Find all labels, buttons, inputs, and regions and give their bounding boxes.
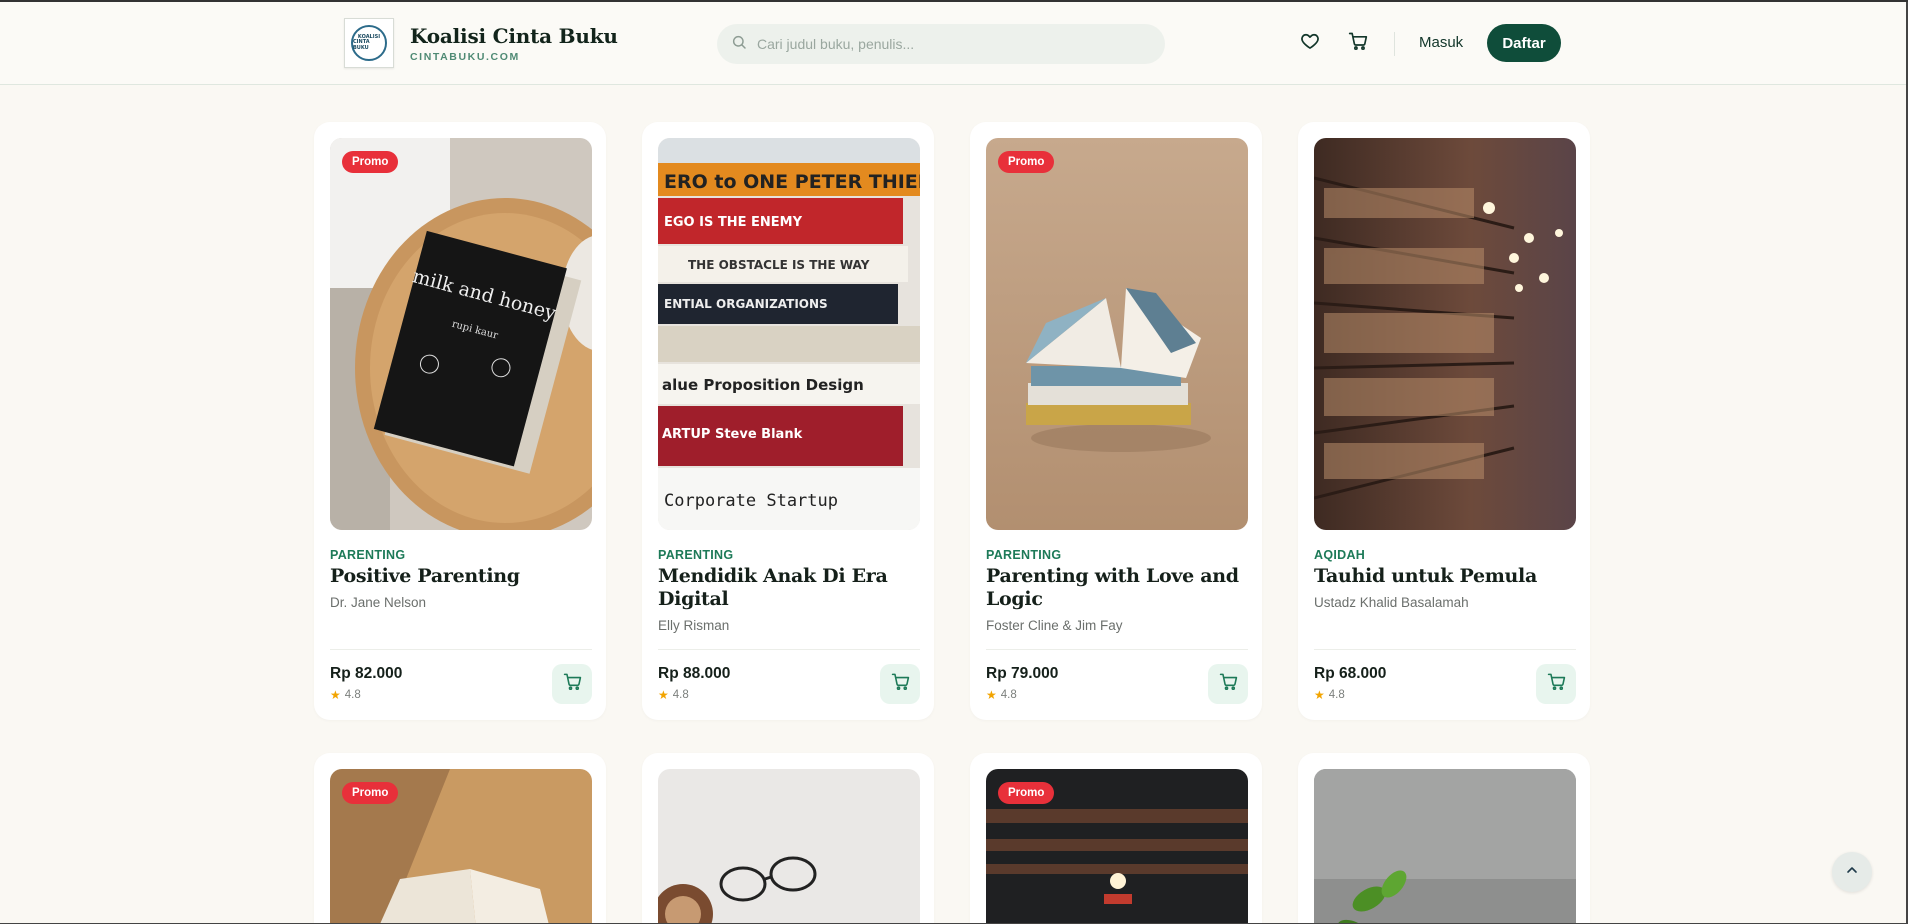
promo-badge: Promo bbox=[342, 151, 399, 173]
book-cover-image[interactable]: Promo bbox=[986, 138, 1248, 530]
logo-badge: KOALISI CINTA BUKU bbox=[344, 18, 394, 68]
rating-value: 4.8 bbox=[1000, 689, 1017, 701]
book-author: Dr. Jane Nelson bbox=[330, 595, 427, 610]
search-input[interactable] bbox=[757, 36, 1137, 52]
book-cover-image[interactable] bbox=[1314, 138, 1576, 530]
add-to-cart-button[interactable] bbox=[1536, 664, 1576, 704]
promo-badge: Promo bbox=[998, 782, 1055, 804]
book-author: Elly Risman bbox=[658, 618, 730, 633]
login-link[interactable]: Masuk bbox=[1419, 34, 1463, 51]
brand-domain: CINTABUKU.COM bbox=[410, 50, 520, 63]
add-to-cart-button[interactable] bbox=[880, 664, 920, 704]
add-to-cart-button[interactable] bbox=[552, 664, 592, 704]
spine-text: Corporate Startup bbox=[664, 491, 838, 511]
book-cover-image[interactable]: Promo bbox=[986, 769, 1248, 924]
card-divider bbox=[986, 649, 1248, 650]
register-button[interactable]: Daftar bbox=[1487, 24, 1561, 62]
book-rating: ★ 4.8 bbox=[1314, 688, 1345, 702]
star-icon: ★ bbox=[658, 688, 669, 702]
header-divider bbox=[1394, 32, 1395, 56]
star-icon: ★ bbox=[986, 688, 997, 702]
cart-icon bbox=[1219, 672, 1238, 696]
book-author: Foster Cline & Jim Fay bbox=[986, 618, 1123, 633]
book-card[interactable]: Promo bbox=[314, 753, 606, 924]
scroll-to-top-button[interactable] bbox=[1832, 852, 1872, 892]
star-icon: ★ bbox=[330, 688, 341, 702]
book-title[interactable]: Positive Parenting bbox=[330, 565, 592, 588]
book-cover-image[interactable] bbox=[658, 769, 920, 924]
rating-value: 4.8 bbox=[1328, 689, 1345, 701]
rating-value: 4.8 bbox=[344, 689, 361, 701]
book-rating: ★ 4.8 bbox=[330, 688, 361, 702]
book-category: PARENTING bbox=[658, 548, 734, 562]
book-category: PARENTING bbox=[986, 548, 1062, 562]
brand-text: Koalisi Cinta Buku CINTABUKU.COM bbox=[410, 24, 618, 63]
book-card[interactable] bbox=[642, 753, 934, 924]
card-divider bbox=[1314, 649, 1576, 650]
cart-button[interactable] bbox=[1345, 30, 1371, 56]
book-cover-image[interactable]: Promo bbox=[330, 769, 592, 924]
spine-text: THE OBSTACLE IS THE WAY bbox=[688, 258, 870, 272]
rating-value: 4.8 bbox=[672, 689, 689, 701]
promo-badge: Promo bbox=[998, 151, 1055, 173]
logo-text-line2: CINTA BUKU bbox=[353, 39, 370, 51]
search-bar bbox=[717, 24, 1165, 64]
book-cover-image[interactable]: milk and honey rupi kaur Promo bbox=[330, 138, 592, 530]
spine-text: alue Proposition Design bbox=[662, 376, 864, 394]
logo-emblem: KOALISI CINTA BUKU bbox=[351, 25, 387, 61]
spine-text: ENTIAL ORGANIZATIONS bbox=[664, 297, 828, 311]
book-category: AQIDAH bbox=[1314, 548, 1366, 562]
promo-badge: Promo bbox=[342, 782, 399, 804]
book-author: Ustadz Khalid Basalamah bbox=[1314, 595, 1469, 610]
wishlist-button[interactable] bbox=[1297, 30, 1323, 56]
book-price: Rp 88.000 bbox=[658, 665, 731, 682]
book-title[interactable]: Parenting with Love and Logic bbox=[986, 565, 1248, 611]
cart-icon bbox=[891, 672, 910, 696]
card-divider bbox=[330, 649, 592, 650]
book-card[interactable]: Promo PARENTING Parenting with Love and … bbox=[970, 122, 1262, 720]
brand-logo-link[interactable]: KOALISI CINTA BUKU Koalisi Cinta Buku CI… bbox=[344, 18, 618, 68]
book-card[interactable]: Promo bbox=[970, 753, 1262, 924]
brand-name: Koalisi Cinta Buku bbox=[410, 23, 618, 48]
cart-icon bbox=[1348, 31, 1368, 56]
book-price: Rp 68.000 bbox=[1314, 665, 1387, 682]
card-divider bbox=[658, 649, 920, 650]
star-icon: ★ bbox=[1314, 688, 1325, 702]
book-rating: ★ 4.8 bbox=[986, 688, 1017, 702]
book-card[interactable]: AQIDAH Tauhid untuk Pemula Ustadz Khalid… bbox=[1298, 122, 1590, 720]
book-title[interactable]: Mendidik Anak Di Era Digital bbox=[658, 565, 920, 611]
book-cover-image[interactable] bbox=[1314, 769, 1576, 924]
book-title[interactable]: Tauhid untuk Pemula bbox=[1314, 565, 1576, 588]
book-price: Rp 82.000 bbox=[330, 665, 403, 682]
top-navbar: KOALISI CINTA BUKU Koalisi Cinta Buku CI… bbox=[0, 2, 1908, 85]
spine-text: ARTUP Steve Blank bbox=[662, 427, 803, 442]
cart-icon bbox=[1547, 672, 1566, 696]
book-card[interactable]: ERO to ONE PETER THIEL EGO IS THE ENEMY … bbox=[642, 122, 934, 720]
book-category: PARENTING bbox=[330, 548, 406, 562]
heart-icon bbox=[1300, 31, 1320, 56]
add-to-cart-button[interactable] bbox=[1208, 664, 1248, 704]
book-price: Rp 79.000 bbox=[986, 665, 1059, 682]
cart-icon bbox=[563, 672, 582, 696]
chevron-up-icon bbox=[1844, 862, 1860, 883]
book-cover-image[interactable]: ERO to ONE PETER THIEL EGO IS THE ENEMY … bbox=[658, 138, 920, 530]
book-card[interactable]: milk and honey rupi kaur Promo PARENTING… bbox=[314, 122, 606, 720]
spine-text: ERO to ONE PETER THIEL bbox=[664, 171, 920, 193]
spine-text: EGO IS THE ENEMY bbox=[664, 215, 803, 230]
book-rating: ★ 4.8 bbox=[658, 688, 689, 702]
book-card[interactable] bbox=[1298, 753, 1590, 924]
search-icon bbox=[731, 34, 747, 55]
